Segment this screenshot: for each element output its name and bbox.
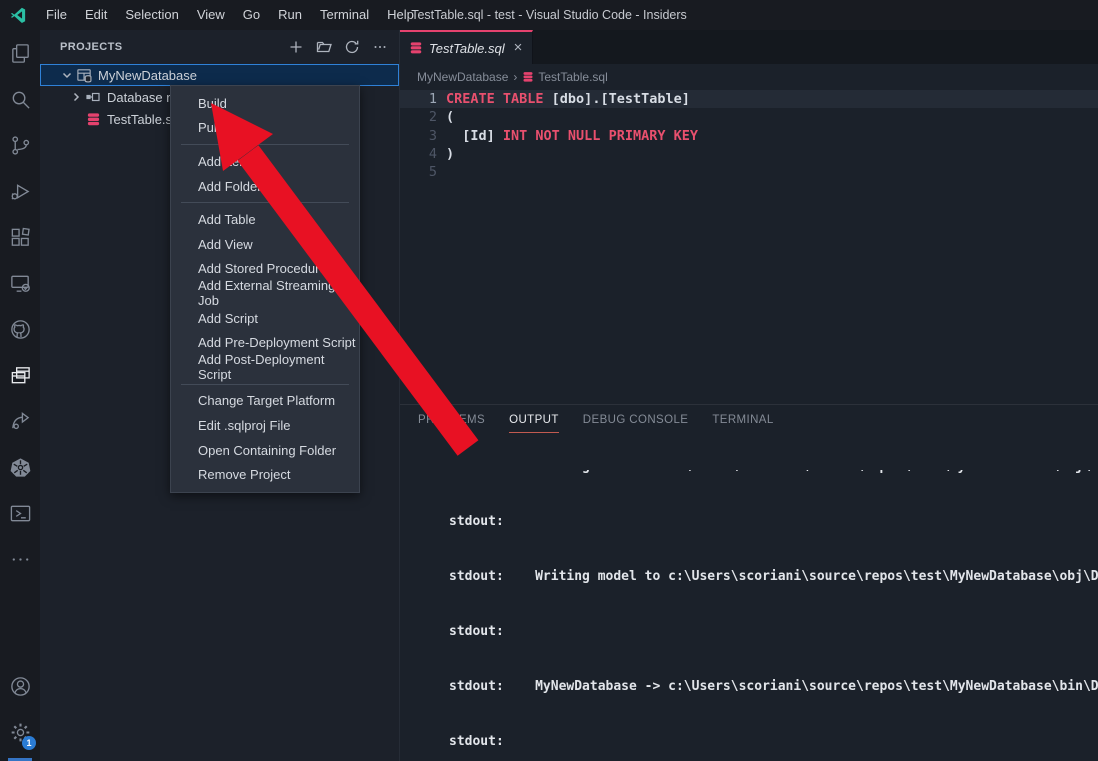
- more-views-icon[interactable]: [0, 536, 40, 582]
- breadcrumb: MyNewDatabase › TestTable.sql: [400, 64, 1098, 90]
- output-log[interactable]: stdout: Writing model to c:\Users\scoria…: [400, 433, 1098, 760]
- source-control-icon[interactable]: [0, 122, 40, 168]
- context-item-add-pre-deployment-script[interactable]: Add Pre-Deployment Script: [171, 330, 359, 355]
- breadcrumb-separator-icon: ›: [513, 70, 517, 84]
- remote-explorer-icon[interactable]: [0, 260, 40, 306]
- settings-badge: 1: [22, 736, 36, 750]
- context-item-change-target-platform[interactable]: Change Target Platform: [171, 389, 359, 414]
- tab-debug-console[interactable]: DEBUG CONSOLE: [583, 414, 689, 433]
- tree-item-label: MyNewDatabase: [98, 68, 197, 83]
- settings-gear-icon[interactable]: 1: [0, 709, 40, 755]
- sidebar-title: PROJECTS: [60, 41, 285, 53]
- menu-terminal[interactable]: Terminal: [311, 0, 378, 30]
- search-icon[interactable]: [0, 76, 40, 122]
- reference-icon: [84, 89, 102, 105]
- code-line-5: 5: [400, 163, 1098, 181]
- context-item-edit-sqlproj-file[interactable]: Edit .sqlproj File: [171, 413, 359, 438]
- breadcrumb-file[interactable]: TestTable.sql: [522, 70, 607, 84]
- sql-file-database-icon: [522, 71, 534, 83]
- menu-selection[interactable]: Selection: [116, 0, 187, 30]
- context-item-add-script[interactable]: Add Script: [171, 306, 359, 331]
- live-share-icon[interactable]: [0, 398, 40, 444]
- output-line: stdout:: [449, 623, 1098, 641]
- menu-separator: [181, 384, 349, 385]
- vscode-window: File Edit Selection View Go Run Terminal…: [0, 0, 1098, 761]
- close-icon[interactable]: ×: [514, 41, 523, 55]
- context-item-add-post-deployment-script[interactable]: Add Post-Deployment Script: [171, 355, 359, 380]
- menu-separator: [181, 144, 349, 145]
- sql-file-database-icon: [409, 41, 423, 55]
- explorer-icon[interactable]: [0, 30, 40, 76]
- output-line: stdout: Writing model to c:\Users\scoria…: [449, 568, 1098, 586]
- menu-file[interactable]: File: [37, 0, 76, 30]
- sql-project-icon: [75, 67, 93, 84]
- context-item-publish[interactable]: Publish: [171, 116, 359, 141]
- menu-bar: File Edit Selection View Go Run Terminal…: [37, 0, 423, 30]
- context-item-add-stored-procedure[interactable]: Add Stored Procedure: [171, 257, 359, 282]
- output-line: stdout:: [449, 733, 1098, 751]
- refresh-icon[interactable]: [341, 36, 363, 58]
- menu-help[interactable]: Help: [378, 0, 423, 30]
- code-line-2: 2(: [400, 108, 1098, 126]
- context-item-add-item[interactable]: Add Item...: [171, 149, 359, 174]
- code-editor[interactable]: 1CREATE TABLE [dbo].[TestTable] 2( 3 [Id…: [400, 90, 1098, 404]
- accounts-icon[interactable]: [0, 663, 40, 709]
- tab-output[interactable]: OUTPUT: [509, 414, 559, 433]
- editor-tab-bar: TestTable.sql ×: [400, 30, 1098, 64]
- title-bar: File Edit Selection View Go Run Terminal…: [0, 0, 1098, 30]
- tab-terminal[interactable]: TERMINAL: [712, 414, 773, 433]
- context-item-add-folder[interactable]: Add Folder: [171, 174, 359, 199]
- code-line-1: 1CREATE TABLE [dbo].[TestTable]: [400, 90, 1098, 108]
- context-item-remove-project[interactable]: Remove Project: [171, 462, 359, 487]
- powershell-icon[interactable]: [0, 490, 40, 536]
- database-projects-icon[interactable]: [0, 352, 40, 398]
- tree-item-project[interactable]: MyNewDatabase: [40, 64, 399, 86]
- context-item-add-view[interactable]: Add View: [171, 232, 359, 257]
- breadcrumb-project[interactable]: MyNewDatabase: [417, 70, 508, 84]
- open-folder-icon[interactable]: [313, 36, 335, 58]
- menu-edit[interactable]: Edit: [76, 0, 116, 30]
- tab-testtable-sql[interactable]: TestTable.sql ×: [400, 30, 533, 64]
- output-clipped-line: stdout: Writing model to c:\Users\scoria…: [449, 470, 1098, 477]
- context-item-add-table[interactable]: Add Table: [171, 207, 359, 232]
- line-number: 3: [400, 128, 446, 144]
- add-project-icon[interactable]: [285, 36, 307, 58]
- chevron-right-icon[interactable]: [68, 91, 84, 103]
- project-context-menu: Build Publish Add Item... Add Folder Add…: [170, 85, 360, 493]
- menu-separator: [181, 202, 349, 203]
- activity-bar: 1: [0, 30, 40, 761]
- panel-tab-bar: PROBLEMS OUTPUT DEBUG CONSOLE TERMINAL: [400, 405, 1098, 433]
- more-actions-icon[interactable]: [369, 36, 391, 58]
- code-line-3: 3 [Id] INT NOT NULL PRIMARY KEY: [400, 127, 1098, 145]
- editor-group: TestTable.sql × MyNewDatabase › TestTabl…: [400, 30, 1098, 761]
- code-line-4: 4): [400, 145, 1098, 163]
- bottom-panel: PROBLEMS OUTPUT DEBUG CONSOLE TERMINAL s…: [400, 404, 1098, 760]
- output-line: stdout: MyNewDatabase -> c:\Users\scoria…: [449, 678, 1098, 696]
- vscode-insiders-logo-icon: [9, 6, 27, 24]
- line-number: 4: [400, 146, 446, 162]
- line-number: 5: [400, 164, 446, 180]
- menu-run[interactable]: Run: [269, 0, 311, 30]
- chevron-down-icon[interactable]: [59, 69, 75, 81]
- tab-label: TestTable.sql: [429, 41, 505, 56]
- tab-problems[interactable]: PROBLEMS: [418, 414, 485, 433]
- context-item-build[interactable]: Build: [171, 91, 359, 116]
- menu-view[interactable]: View: [188, 0, 234, 30]
- sidebar-header: PROJECTS: [40, 30, 399, 64]
- sql-file-database-icon: [84, 112, 102, 127]
- breadcrumb-file-label: TestTable.sql: [538, 70, 607, 84]
- extensions-icon[interactable]: [0, 214, 40, 260]
- context-item-open-containing-folder[interactable]: Open Containing Folder: [171, 438, 359, 463]
- menu-go[interactable]: Go: [234, 0, 269, 30]
- context-item-add-external-streaming-job[interactable]: Add External Streaming Job: [171, 281, 359, 306]
- line-number: 2: [400, 109, 446, 125]
- github-icon[interactable]: [0, 306, 40, 352]
- line-number: 1: [400, 91, 446, 107]
- run-and-debug-icon[interactable]: [0, 168, 40, 214]
- output-line: stdout:: [449, 513, 1098, 531]
- kubernetes-icon[interactable]: [0, 444, 40, 490]
